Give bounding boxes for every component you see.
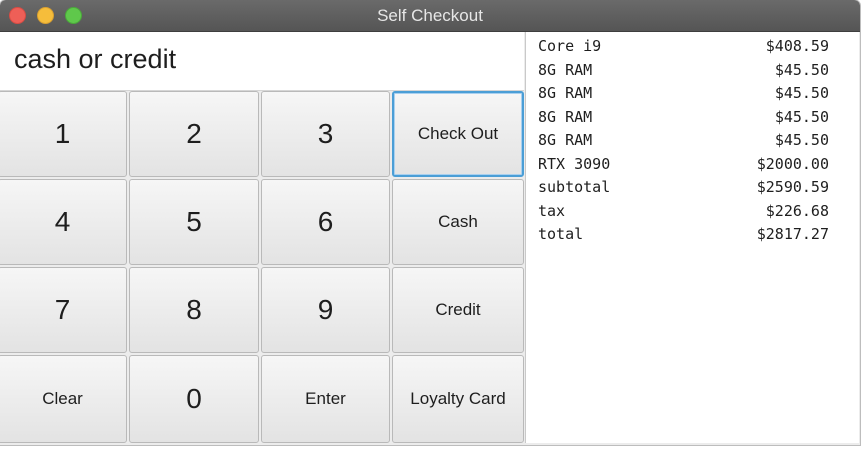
item-price: $45.50 [774, 60, 829, 79]
total-value: $2817.27 [756, 225, 829, 243]
keypad: 1 2 3 Check Out 4 5 6 Cash 7 8 9 Credit … [0, 90, 525, 444]
loyalty-card-button[interactable]: Loyalty Card [392, 355, 524, 443]
prompt-display: cash or credit [0, 32, 524, 91]
item-price: $2000.00 [756, 154, 829, 173]
item-price: $45.50 [774, 84, 829, 102]
total-line: total $2817.27 [526, 223, 859, 247]
tax-line: tax $226.68 [526, 200, 859, 224]
subtotal-line: subtotal $2590.59 [526, 176, 859, 200]
item-name: 8G RAM [538, 107, 593, 126]
key-5-button[interactable]: 5 [129, 179, 259, 265]
enter-button[interactable]: Enter [261, 355, 390, 443]
key-3-button[interactable]: 3 [261, 91, 390, 177]
credit-button[interactable]: Credit [392, 267, 524, 353]
tax-label: tax [538, 201, 566, 220]
key-9-button[interactable]: 9 [261, 267, 390, 353]
item-price: $45.50 [774, 107, 829, 126]
item-name: RTX 3090 [538, 154, 611, 173]
window-title: Self Checkout [377, 6, 483, 25]
key-4-button[interactable]: 4 [0, 179, 127, 265]
item-price: $45.50 [774, 131, 829, 149]
receipt-line: 8G RAM $45.50 [526, 59, 859, 83]
subtotal-label: subtotal [538, 178, 611, 196]
item-name: 8G RAM [538, 84, 593, 102]
item-name: 8G RAM [538, 60, 593, 79]
key-2-button[interactable]: 2 [129, 91, 259, 177]
receipt-line: 8G RAM $45.50 [526, 106, 859, 130]
receipt-line: RTX 3090 $2000.00 [526, 153, 859, 177]
title-bar: Self Checkout [0, 0, 860, 32]
clear-button[interactable]: Clear [0, 355, 127, 443]
key-7-button[interactable]: 7 [0, 267, 127, 353]
tax-value: $226.68 [765, 201, 829, 220]
app-window: Self Checkout cash or credit 1 2 3 Check… [0, 0, 860, 445]
cash-button[interactable]: Cash [392, 179, 524, 265]
key-6-button[interactable]: 6 [261, 179, 390, 265]
receipt-line: Core i9 $408.59 [526, 35, 859, 59]
item-price: $408.59 [765, 37, 829, 55]
check-out-button[interactable]: Check Out [392, 91, 524, 177]
receipt-line: 8G RAM $45.50 [526, 129, 859, 153]
prompt-text: cash or credit [14, 44, 177, 74]
item-name: 8G RAM [538, 131, 593, 149]
receipt-line: 8G RAM $45.50 [526, 82, 859, 106]
key-8-button[interactable]: 8 [129, 267, 259, 353]
key-1-button[interactable]: 1 [0, 91, 127, 177]
total-label: total [538, 225, 584, 243]
receipt-list: Core i9 $408.59 8G RAM $45.50 8G RAM $45… [525, 32, 859, 443]
key-0-button[interactable]: 0 [129, 355, 259, 443]
item-name: Core i9 [538, 37, 602, 55]
subtotal-value: $2590.59 [756, 178, 829, 196]
